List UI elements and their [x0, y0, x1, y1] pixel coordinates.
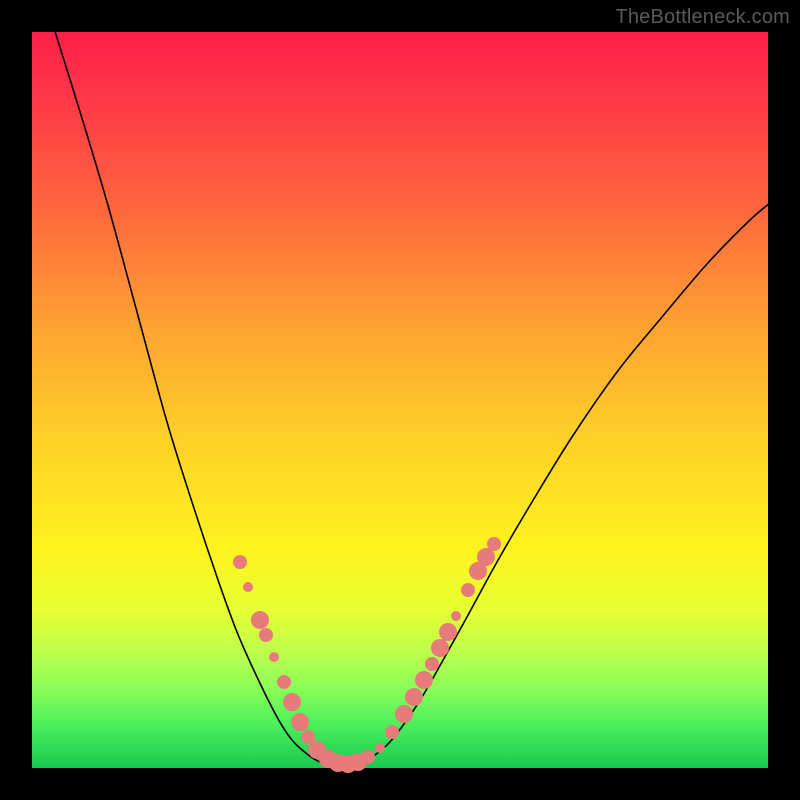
- data-dot: [233, 555, 247, 569]
- data-dot: [431, 639, 449, 657]
- bottleneck-curve: [52, 22, 774, 766]
- data-dot: [283, 693, 301, 711]
- chart-frame: TheBottleneck.com: [0, 0, 800, 800]
- data-dot: [487, 537, 501, 551]
- data-dot: [243, 582, 253, 592]
- data-dot: [395, 705, 413, 723]
- data-dot: [291, 713, 309, 731]
- data-dots: [233, 537, 501, 773]
- data-dot: [259, 628, 273, 642]
- data-dot: [361, 750, 375, 764]
- data-dot: [451, 611, 461, 621]
- data-dot: [405, 688, 423, 706]
- data-dot: [277, 675, 291, 689]
- data-dot: [385, 725, 399, 739]
- data-dot: [415, 671, 433, 689]
- watermark-text: TheBottleneck.com: [615, 6, 790, 29]
- data-dot: [425, 657, 439, 671]
- data-dot: [251, 611, 269, 629]
- data-dot: [375, 743, 385, 753]
- chart-plot-area: [32, 32, 768, 768]
- data-dot: [439, 623, 457, 641]
- data-dot: [269, 652, 279, 662]
- data-dot: [301, 730, 315, 744]
- data-dot: [461, 583, 475, 597]
- chart-svg: [32, 32, 768, 768]
